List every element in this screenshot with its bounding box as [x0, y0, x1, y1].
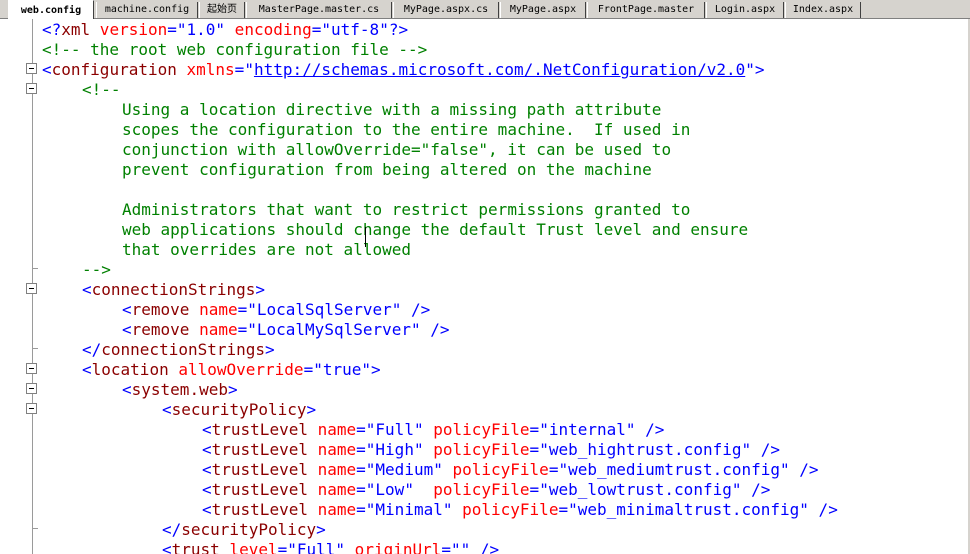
code-line-23: <trustLevel name="Medium" policyFile="we… [202, 460, 819, 479]
tab-index-aspx[interactable]: Index.aspx [785, 2, 861, 18]
collapse-toggle-securitypolicy[interactable] [26, 403, 37, 414]
outline-end-tick [32, 528, 38, 529]
code-line-7: conjunction with allowOverride="false", … [122, 140, 672, 159]
tab-machine-config[interactable]: machine.config [96, 2, 198, 18]
code-line-4: <!-- [82, 80, 121, 99]
outline-end-tick [32, 268, 38, 269]
code-line-5: Using a location directive with a missin… [122, 100, 662, 119]
tab-login-aspx[interactable]: Login.aspx [706, 2, 784, 18]
code-line-22: <trustLevel name="High" policyFile="web_… [202, 440, 781, 459]
code-line-15: <remove name="LocalSqlServer" /> [122, 300, 431, 319]
code-line-3: <configuration xmlns="http://schemas.mic… [42, 60, 765, 79]
tab-frontpage-master[interactable]: FrontPage.master [587, 2, 705, 18]
code-line-26: </securityPolicy> [162, 520, 326, 539]
collapse-toggle-configuration[interactable] [26, 63, 37, 74]
code-line-13: --> [82, 260, 111, 279]
code-editor[interactable]: <?xml version="1.0" encoding="utf-8"?> <… [42, 19, 970, 554]
code-line-17: </connectionStrings> [82, 340, 275, 359]
code-line-18: <location allowOverride="true"> [82, 360, 381, 379]
code-line-8: prevent configuration from being altered… [122, 160, 652, 179]
code-line-27: <trust level="Full" originUrl="" /> [162, 540, 500, 554]
code-line-1: <?xml version="1.0" encoding="utf-8"?> [42, 20, 409, 39]
code-line-16: <remove name="LocalMySqlServer" /> [122, 320, 450, 339]
collapse-toggle-location[interactable] [26, 363, 37, 374]
tab-start-page[interactable]: 起始页 [199, 2, 245, 18]
code-line-6: scopes the configuration to the entire m… [122, 120, 691, 139]
code-line-25: <trustLevel name="Minimal" policyFile="w… [202, 500, 838, 519]
code-line-20: <securityPolicy> [162, 400, 317, 419]
collapse-toggle-connectionstrings[interactable] [26, 283, 37, 294]
code-line-21: <trustLevel name="Full" policyFile="inte… [202, 420, 665, 439]
collapse-toggle-system-web[interactable] [26, 383, 37, 394]
code-line-19: <system.web> [122, 380, 238, 399]
text-cursor [365, 227, 366, 247]
tab-masterpage-master-cs[interactable]: MasterPage.master.cs [246, 2, 392, 18]
code-line-11: web applications should change the defau… [122, 220, 749, 239]
tab-web-config[interactable]: web.config [8, 0, 94, 19]
document-tab-bar: web.config machine.config 起始页 MasterPage… [0, 0, 970, 19]
schema-url-link[interactable]: http://schemas.microsoft.com/.NetConfigu… [254, 60, 745, 79]
code-line-12: that overrides are not allowed [122, 240, 411, 259]
outline-gutter [0, 19, 40, 554]
code-line-2: <!-- the root web configuration file --> [42, 40, 428, 59]
code-line-10: Administrators that want to restrict per… [122, 200, 691, 219]
collapse-toggle-comment[interactable] [26, 83, 37, 94]
outline-end-tick [32, 348, 38, 349]
tab-mypage-aspx[interactable]: MyPage.aspx [500, 2, 586, 18]
tab-mypage-aspx-cs[interactable]: MyPage.aspx.cs [393, 2, 499, 18]
code-line-24: <trustLevel name="Low" policyFile="web_l… [202, 480, 771, 499]
code-line-14: <connectionStrings> [82, 280, 266, 299]
